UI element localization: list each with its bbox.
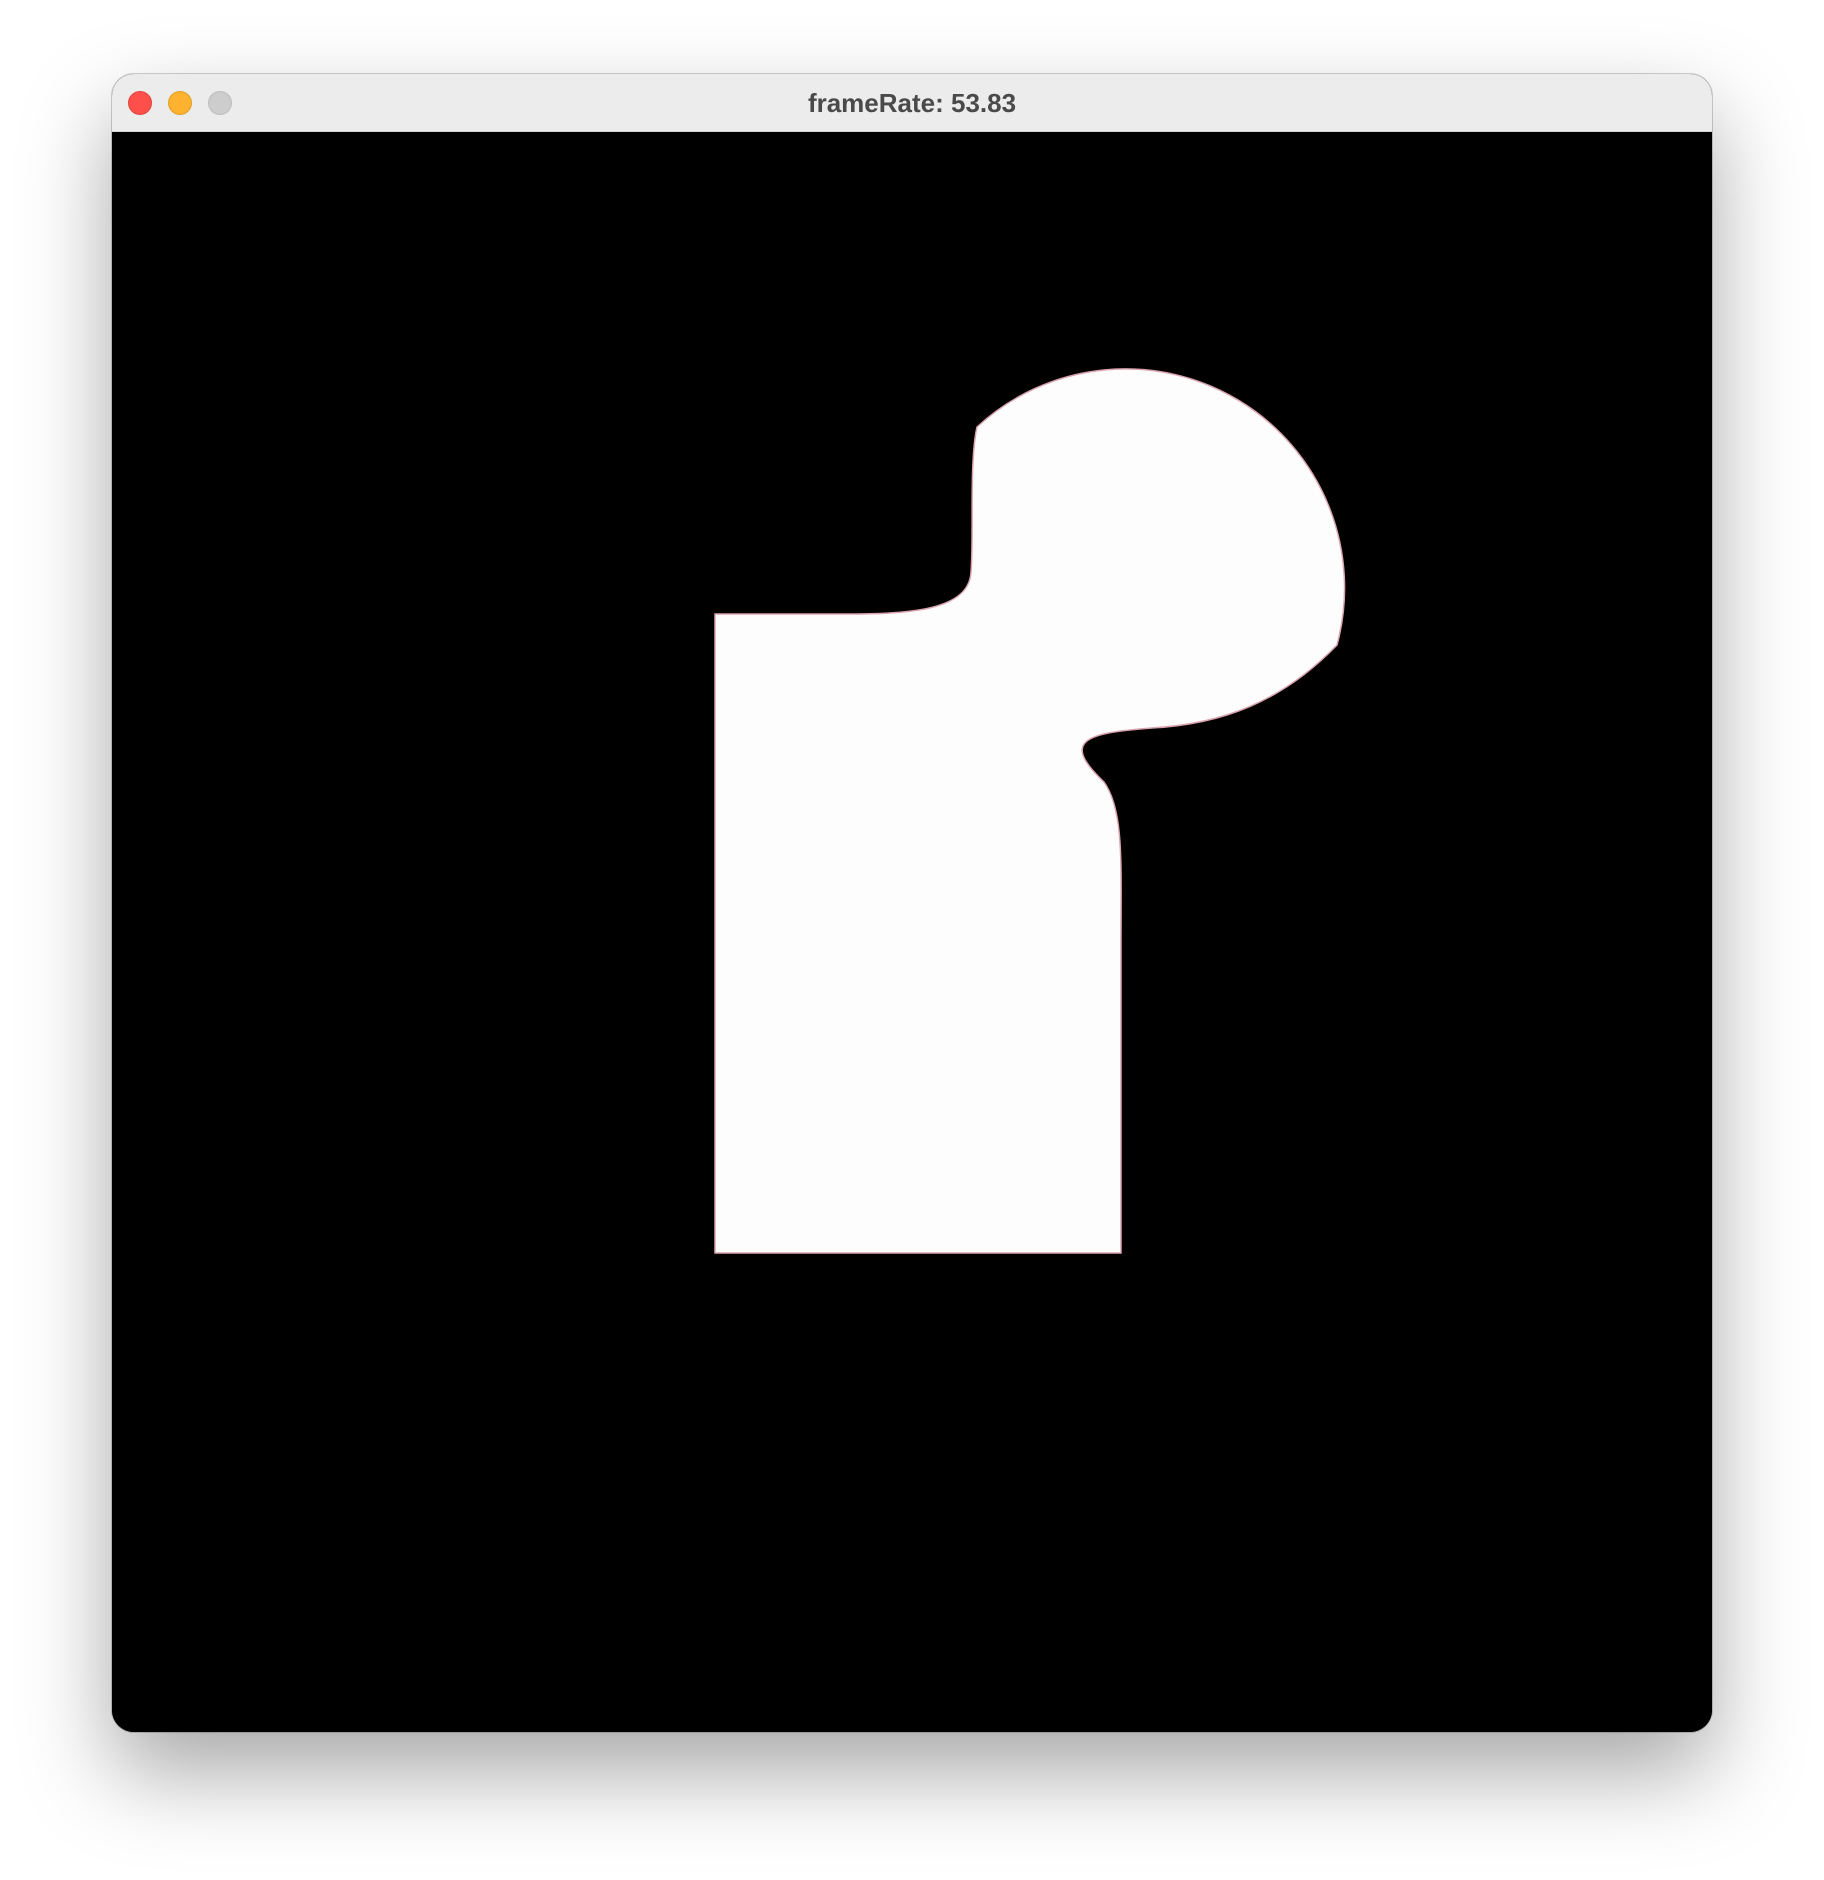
window-title: frameRate: 53.83 [807,88,1017,118]
app-window: frameRate: 53.83 [112,74,1712,1732]
title-bar[interactable]: frameRate: 53.83 [112,74,1712,132]
sketch-canvas[interactable] [112,132,1712,1732]
canvas-svg [112,132,1712,1732]
